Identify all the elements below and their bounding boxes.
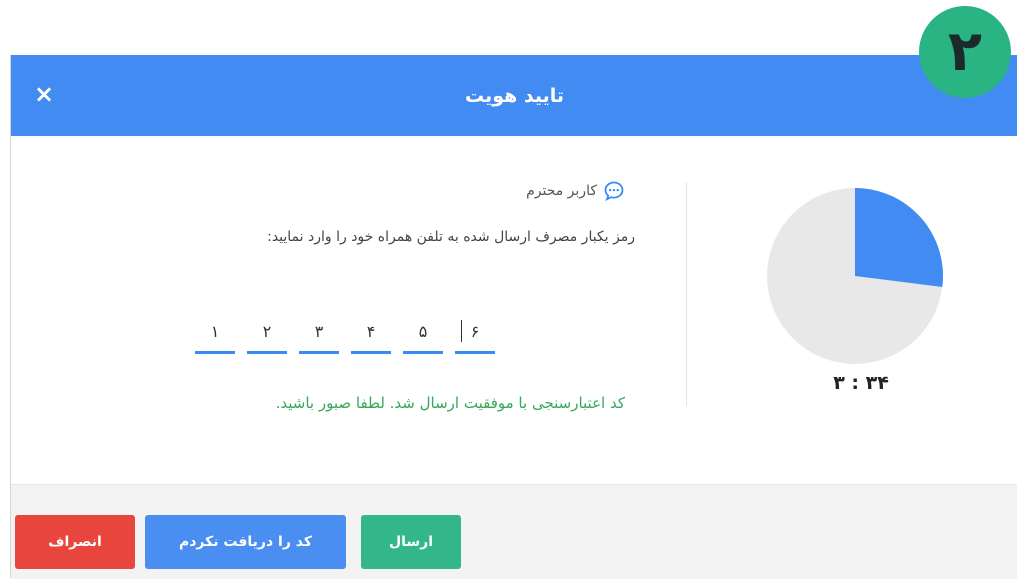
otp-digit-2[interactable]: ۲ [247, 316, 287, 354]
dialog-title: تایید هویت [464, 84, 565, 107]
otp-digit-6[interactable]: ۶ [455, 316, 495, 354]
dialog-footer: انصراف کد را دریافت نکردم ارسال [11, 484, 1017, 579]
step-badge: ۲ [919, 6, 1011, 98]
submit-button[interactable]: ارسال [361, 515, 461, 569]
countdown-pie [767, 188, 944, 364]
identity-verification-dialog: × تایید هویت کاربر محترم رمز یکبار مصرف … [10, 55, 1017, 579]
resend-code-button[interactable]: کد را دریافت نکردم [145, 515, 346, 569]
otp-digit-1[interactable]: ۱ [195, 316, 235, 354]
greeting-text: کاربر محترم [526, 183, 597, 199]
dialog-body: کاربر محترم رمز یکبار مصرف ارسال شده به … [11, 136, 1017, 484]
otp-digit-5[interactable]: ۵ [403, 316, 443, 354]
otp-instruction: رمز یکبار مصرف ارسال شده به تلفن همراه خ… [267, 229, 635, 245]
dialog-header: × تایید هویت [11, 55, 1017, 136]
otp-input-group: ۱ ۲ ۳ ۴ ۵ ۶ [195, 316, 495, 354]
otp-digit-4[interactable]: ۴ [351, 316, 391, 354]
vertical-divider [686, 182, 687, 406]
countdown-timer: ۳ : ۳۴ [833, 372, 889, 394]
greeting: کاربر محترم [526, 180, 625, 202]
success-message: کد اعتبارسنجی با موفقیت ارسال شد. لطفا ص… [275, 394, 625, 412]
countdown-pie-slice [855, 188, 944, 288]
chat-bubble-icon [604, 181, 624, 201]
cancel-button[interactable]: انصراف [15, 515, 135, 569]
otp-digit-3[interactable]: ۳ [299, 316, 339, 354]
